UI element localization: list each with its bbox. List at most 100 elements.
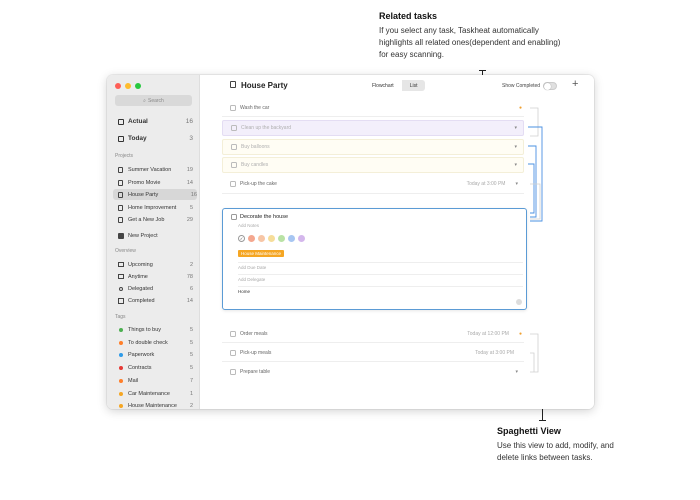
related-tasks-callout: Related tasks If you select any task, Ta… — [379, 11, 569, 61]
calendar-icon — [117, 135, 124, 142]
sidebar-item-label: Today — [128, 135, 147, 142]
search-placeholder: Search — [147, 97, 164, 104]
document-icon — [117, 216, 124, 223]
spaghetti-links[interactable] — [200, 75, 594, 409]
tag-label: Mail — [128, 377, 139, 384]
tag-count: 1 — [189, 390, 193, 397]
tag-label: Contracts — [128, 364, 152, 371]
document-icon — [117, 204, 124, 211]
link-line-highlighted[interactable] — [528, 163, 535, 214]
tag-count: 5 — [189, 339, 193, 346]
link-line[interactable] — [530, 183, 541, 220]
related-tasks-leader-cap — [479, 70, 486, 71]
tag-color-dot-icon — [117, 377, 124, 384]
sidebar-project[interactable]: Get a New Job 29 — [117, 216, 193, 223]
search-icon: ⌕ — [143, 97, 146, 104]
plus-square-icon — [117, 232, 124, 239]
tag-count: 2 — [189, 402, 193, 409]
tag-label: Things to buy — [128, 326, 162, 333]
tag-color-dot-icon — [117, 351, 124, 358]
sidebar-item-label: Actual — [128, 118, 148, 125]
sidebar-tag[interactable]: Car Maintenance 1 — [117, 390, 193, 397]
sidebar-project[interactable]: Home Improvement 5 — [117, 204, 193, 211]
minimize-window-button[interactable] — [125, 83, 131, 89]
tag-label: House Maintenance — [128, 402, 177, 409]
document-icon — [117, 191, 124, 198]
spaghetti-view-body: Use this view to add, modify, and delete… — [497, 441, 614, 462]
tag-label: To double check — [128, 339, 168, 346]
project-count: 29 — [186, 216, 193, 223]
sidebar-project-selected[interactable]: House Party 16 — [113, 189, 197, 200]
tag-color-dot-icon — [117, 364, 124, 371]
sidebar-tag[interactable]: Contracts 5 — [117, 364, 193, 371]
search-field[interactable]: ⌕ Search — [115, 95, 192, 106]
sidebar: ⌕ Search Actual 16 Today 3 Projects Summ… — [107, 75, 200, 409]
check-box-icon — [117, 297, 124, 304]
sidebar-item-completed[interactable]: Completed 14 — [117, 297, 193, 304]
tags-header: Tags — [115, 314, 126, 320]
overview-count: 78 — [186, 273, 193, 280]
close-window-button[interactable] — [115, 83, 121, 89]
overview-label: Anytime — [128, 273, 148, 280]
related-tasks-body: If you select any task, Taskheat automat… — [379, 26, 561, 59]
project-count: 16 — [190, 191, 197, 198]
tag-count: 5 — [189, 351, 193, 358]
person-icon — [117, 285, 124, 292]
tag-color-dot-icon — [117, 402, 124, 409]
overview-count: 14 — [186, 297, 193, 304]
overview-label: Completed — [128, 297, 155, 304]
sidebar-tag[interactable]: Paperwork 5 — [117, 351, 193, 358]
tag-color-dot-icon — [117, 390, 124, 397]
sidebar-item-actual[interactable]: Actual 16 — [117, 118, 193, 125]
link-line[interactable] — [530, 107, 539, 137]
app-window: ⌕ Search Actual 16 Today 3 Projects Summ… — [107, 75, 594, 409]
tag-color-dot-icon — [117, 326, 124, 333]
zoom-window-button[interactable] — [135, 83, 141, 89]
overview-label: Upcoming — [128, 261, 153, 268]
project-count: 14 — [186, 179, 193, 186]
sidebar-tag[interactable]: Mail 7 — [117, 377, 193, 384]
projects-header: Projects — [115, 153, 134, 159]
sidebar-project[interactable]: Promo Movie 14 — [117, 179, 193, 186]
overview-header: Overview — [115, 248, 136, 254]
overview-count: 2 — [189, 261, 193, 268]
sidebar-project[interactable]: Summer Vacation 19 — [117, 166, 193, 173]
sidebar-tag[interactable]: Things to buy 5 — [117, 326, 193, 333]
spaghetti-view-callout: Spaghetti View Use this view to add, mod… — [497, 426, 617, 464]
link-line-highlighted[interactable] — [528, 145, 537, 218]
spaghetti-leader-cap — [539, 420, 546, 421]
sidebar-item-upcoming[interactable]: Upcoming 2 — [117, 261, 193, 268]
overview-count: 6 — [189, 285, 193, 292]
tag-color-dot-icon — [117, 339, 124, 346]
actual-icon — [117, 118, 124, 125]
tag-count: 5 — [189, 364, 193, 371]
sidebar-tag[interactable]: House Maintenance 2 — [117, 402, 193, 409]
document-icon — [117, 166, 124, 173]
project-label: House Party — [128, 191, 159, 198]
main-panel: House Party Flowchart List Show Complete… — [200, 75, 594, 409]
project-count: 19 — [186, 166, 193, 173]
tag-label: Car Maintenance — [128, 390, 170, 397]
link-line[interactable] — [530, 352, 535, 372]
calendar-icon — [117, 261, 124, 268]
tray-icon — [117, 273, 124, 280]
sidebar-item-anytime[interactable]: Anytime 78 — [117, 273, 193, 280]
project-label: Home Improvement — [128, 204, 177, 211]
tag-label: Paperwork — [128, 351, 155, 358]
sidebar-item-delegated[interactable]: Delegated 6 — [117, 285, 193, 292]
spaghetti-view-title: Spaghetti View — [497, 426, 561, 436]
document-icon — [117, 179, 124, 186]
tag-count: 5 — [189, 326, 193, 333]
new-project-label: New Project — [128, 232, 158, 239]
sidebar-item-today[interactable]: Today 3 — [117, 135, 193, 142]
project-label: Promo Movie — [128, 179, 161, 186]
sidebar-tag[interactable]: To double check 5 — [117, 339, 193, 346]
new-project-button[interactable]: New Project — [117, 232, 193, 239]
related-tasks-title: Related tasks — [379, 11, 438, 21]
project-count: 5 — [189, 204, 193, 211]
project-label: Get a New Job — [128, 216, 165, 223]
project-label: Summer Vacation — [128, 166, 172, 173]
window-controls — [115, 83, 141, 89]
sidebar-item-count: 3 — [189, 135, 193, 142]
tag-count: 7 — [189, 377, 193, 384]
